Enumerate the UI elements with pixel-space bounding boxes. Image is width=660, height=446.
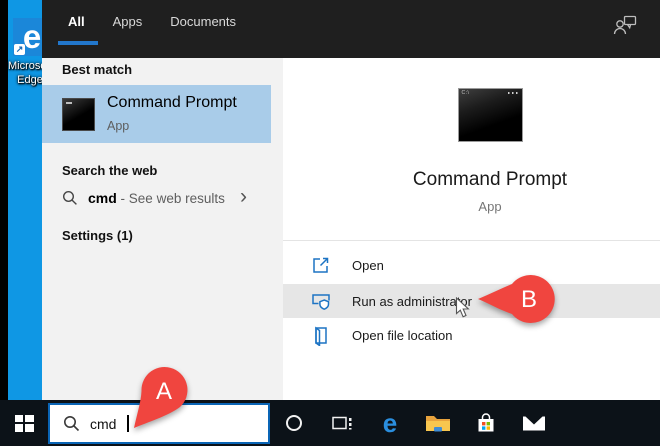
command-prompt-icon-large: C:\ bbox=[458, 88, 523, 142]
result-preview-panel: C:\ Command Prompt App Open bbox=[283, 58, 660, 400]
shortcut-arrow-icon: ↗ bbox=[14, 44, 25, 55]
action-label: Open file location bbox=[352, 328, 452, 343]
admin-shield-icon bbox=[310, 290, 332, 312]
preview-summary: C:\ Command Prompt App bbox=[340, 88, 640, 214]
window-controls-dots bbox=[508, 92, 519, 94]
task-view-icon bbox=[331, 414, 353, 432]
settings-header: Settings (1) bbox=[62, 228, 133, 243]
action-open[interactable]: Open bbox=[283, 246, 660, 284]
search-icon bbox=[62, 190, 78, 206]
result-title: Command Prompt bbox=[107, 94, 237, 112]
taskbar-icons: e bbox=[270, 400, 558, 446]
preview-divider bbox=[283, 240, 660, 241]
search-tabs: All Apps Documents bbox=[42, 0, 660, 29]
windows-logo-icon bbox=[15, 415, 34, 432]
action-run-as-administrator[interactable]: Run as administrator bbox=[283, 284, 660, 318]
mail-icon bbox=[522, 415, 546, 432]
file-explorer-button[interactable] bbox=[414, 400, 462, 446]
chevron-right-icon: › bbox=[240, 185, 247, 209]
search-icon bbox=[63, 415, 80, 432]
web-search-result[interactable]: cmd - See web results › bbox=[42, 185, 271, 213]
store-button[interactable] bbox=[462, 400, 510, 446]
action-open-file-location[interactable]: Open file location bbox=[283, 318, 660, 352]
result-subtitle: App bbox=[107, 119, 129, 133]
edge-e-glyph: e bbox=[23, 18, 41, 56]
tab-all[interactable]: All bbox=[68, 14, 85, 29]
active-tab-underline bbox=[58, 41, 98, 45]
store-icon bbox=[475, 412, 497, 434]
search-web-header: Search the web bbox=[62, 163, 157, 178]
search-results-panel: Best match Command Prompt App Search the… bbox=[42, 58, 283, 400]
search-query-text: cmd bbox=[90, 416, 116, 432]
web-query: cmd bbox=[88, 190, 117, 206]
edge-icon: e bbox=[383, 410, 397, 436]
taskbar: cmd e bbox=[0, 400, 660, 446]
action-label: Open bbox=[352, 258, 384, 273]
tab-documents[interactable]: Documents bbox=[170, 14, 236, 29]
open-external-icon bbox=[310, 254, 332, 276]
search-flyout-header: All Apps Documents bbox=[42, 0, 660, 58]
edge-taskbar-button[interactable]: e bbox=[366, 400, 414, 446]
feedback-icon[interactable] bbox=[612, 12, 638, 38]
action-label: Run as administrator bbox=[352, 294, 472, 309]
cmd-titlebar-text: C:\ bbox=[462, 90, 470, 96]
mail-button[interactable] bbox=[510, 400, 558, 446]
preview-title: Command Prompt bbox=[340, 169, 640, 191]
file-location-icon bbox=[310, 324, 332, 346]
cortana-button[interactable] bbox=[270, 400, 318, 446]
web-result-text: cmd - See web results bbox=[88, 190, 225, 206]
mouse-cursor bbox=[455, 297, 470, 319]
best-match-result-command-prompt[interactable]: Command Prompt App bbox=[42, 85, 271, 143]
annotation-badge-a: A bbox=[128, 362, 204, 438]
file-explorer-icon bbox=[425, 413, 451, 434]
svg-text:B: B bbox=[521, 286, 537, 313]
start-button[interactable] bbox=[0, 400, 48, 446]
svg-text:A: A bbox=[156, 378, 172, 405]
task-view-button[interactable] bbox=[318, 400, 366, 446]
command-prompt-icon bbox=[62, 98, 95, 131]
preview-subtitle: App bbox=[340, 199, 640, 214]
web-suffix: - See web results bbox=[117, 191, 225, 206]
tab-apps[interactable]: Apps bbox=[113, 14, 143, 29]
best-match-header: Best match bbox=[62, 62, 132, 77]
windows-search-screenshot: e ↗ Microsoft Edge All Apps Documents Be… bbox=[0, 0, 660, 446]
cortana-icon bbox=[285, 414, 303, 432]
annotation-badge-b: B bbox=[476, 266, 560, 336]
